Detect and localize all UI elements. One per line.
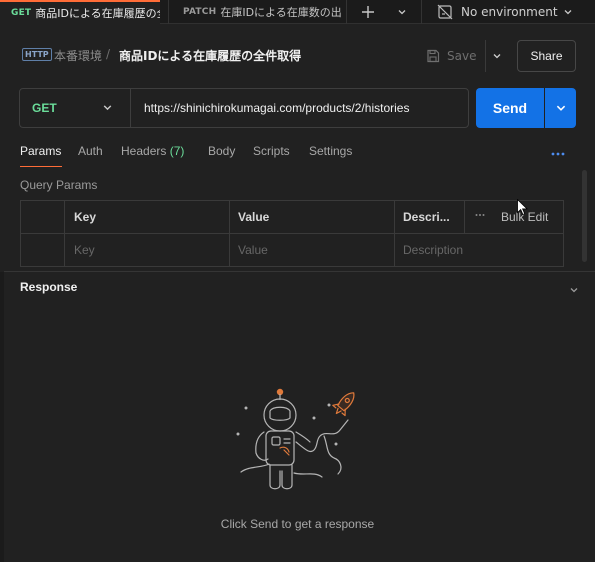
- tab-divider: [346, 0, 347, 24]
- plus-icon[interactable]: [358, 0, 378, 24]
- environment-label: No environment: [461, 5, 558, 19]
- empty-response-message: Click Send to get a response: [220, 517, 375, 531]
- tab-headers-label: Headers: [121, 144, 167, 158]
- url-bar: GET: [19, 88, 469, 128]
- tab-method-badge: PATCH: [183, 7, 217, 17]
- column-header-description: Descri...: [403, 210, 450, 224]
- tab-auth[interactable]: Auth: [78, 144, 103, 158]
- tab-divider: [168, 0, 169, 24]
- column-header-key: Key: [74, 210, 97, 224]
- response-heading: Response: [20, 280, 78, 294]
- tab-scripts[interactable]: Scripts: [253, 144, 290, 158]
- tab-body[interactable]: Body: [208, 144, 235, 158]
- tab-settings[interactable]: Settings: [309, 144, 352, 158]
- breadcrumb-separator: /: [106, 47, 111, 61]
- breadcrumb-collection[interactable]: 本番環境: [54, 47, 102, 64]
- pane-divider[interactable]: [4, 271, 595, 272]
- column-header-value: Value: [238, 210, 270, 224]
- table-header-row: Key Value Descri... Bulk Edit: [21, 201, 563, 234]
- save-button[interactable]: Save: [426, 40, 476, 72]
- request-name[interactable]: 商品IDによる在庫履歴の全件取得: [119, 47, 301, 64]
- method-chevron-down-icon: [102, 102, 113, 117]
- param-value-input[interactable]: Value: [238, 243, 268, 257]
- tab-params[interactable]: Params: [20, 144, 61, 158]
- response-collapse-chevron-down-icon[interactable]: [569, 284, 579, 299]
- mouse-cursor-icon: [517, 198, 528, 219]
- headers-count-badge: (7): [169, 144, 185, 158]
- save-divider: [485, 40, 486, 72]
- tab-method-badge: GET: [11, 8, 32, 18]
- environment-chevron-down-icon[interactable]: [563, 0, 573, 24]
- method-value: GET: [32, 101, 57, 115]
- column-options-icon[interactable]: [475, 209, 485, 220]
- request-tab-bar: GET 商品IDによる在庫履歴の全件取得 PATCH 在庫IDによる在庫数の出 …: [0, 0, 595, 24]
- send-options-chevron-down-icon[interactable]: [545, 88, 576, 128]
- tab-title: 在庫IDによる在庫数の出: [220, 6, 342, 19]
- more-options-icon[interactable]: [551, 146, 565, 160]
- environment-selector[interactable]: No environment: [437, 0, 558, 24]
- param-key-input[interactable]: Key: [74, 243, 95, 257]
- request-tab-active[interactable]: GET 商品IDによる在庫履歴の全件取得: [0, 0, 160, 24]
- active-tab-indicator: [20, 166, 62, 167]
- no-environment-icon: [437, 4, 453, 20]
- query-params-heading: Query Params: [20, 178, 98, 192]
- tab-headers[interactable]: Headers (7): [121, 144, 184, 158]
- tab-divider: [421, 0, 422, 24]
- method-select[interactable]: GET: [20, 89, 131, 127]
- request-tab[interactable]: PATCH 在庫IDによる在庫数の出: [173, 0, 346, 24]
- tab-list-chevron-down-icon[interactable]: [394, 0, 410, 24]
- vertical-scrollbar[interactable]: [582, 170, 587, 262]
- save-icon: [426, 49, 440, 63]
- url-input[interactable]: [144, 89, 464, 127]
- table-row: Key Value Description: [21, 234, 563, 267]
- request-header: HTTP 本番環境 / 商品IDによる在庫履歴の全件取得 Save Share: [0, 36, 595, 76]
- tab-title: 商品IDによる在庫履歴の全件取得: [35, 7, 160, 20]
- query-params-table: Key Value Descri... Bulk Edit Key Value …: [20, 200, 564, 267]
- astronaut-rocket-illustration: [226, 384, 372, 502]
- share-button[interactable]: Share: [517, 40, 576, 72]
- param-description-input[interactable]: Description: [403, 243, 463, 257]
- save-label: Save: [447, 49, 477, 63]
- send-button[interactable]: Send: [476, 88, 544, 128]
- http-icon: HTTP: [22, 48, 52, 61]
- save-options-chevron-down-icon[interactable]: [488, 40, 506, 72]
